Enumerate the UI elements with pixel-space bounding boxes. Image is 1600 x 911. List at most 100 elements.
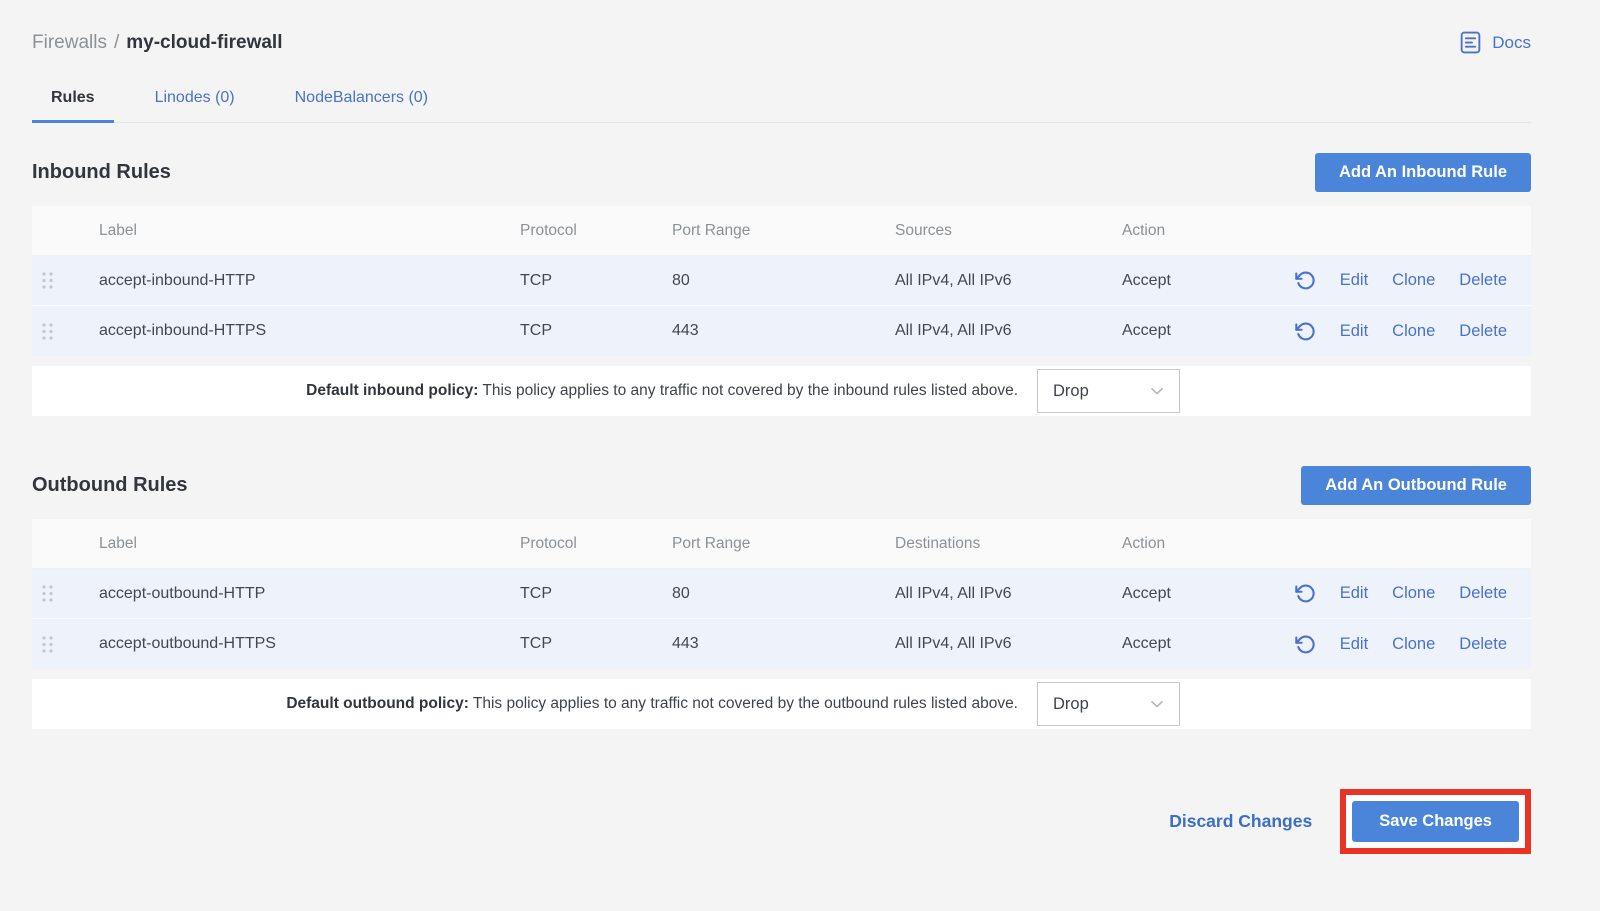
undo-icon xyxy=(1295,634,1316,655)
default-outbound-policy-description: This policy applies to any traffic not c… xyxy=(473,695,1018,712)
add-inbound-rule-button[interactable]: Add An Inbound Rule xyxy=(1315,153,1531,192)
inbound-table-header: Label Protocol Port Range Sources Action xyxy=(32,206,1531,256)
tab-nodebalancers[interactable]: NodeBalancers (0) xyxy=(276,81,447,122)
rule-label: accept-outbound-HTTP xyxy=(99,585,520,603)
column-header-label: Label xyxy=(99,535,520,553)
clone-button[interactable]: Clone xyxy=(1392,635,1435,654)
discard-changes-button[interactable]: Discard Changes xyxy=(1169,811,1312,832)
table-row: accept-inbound-HTTP TCP 80 All IPv4, All… xyxy=(32,256,1531,306)
firewall-detail-page: Firewalls / my-cloud-firewall Docs Rules… xyxy=(0,0,1600,898)
drag-handle-icon xyxy=(41,584,54,603)
edit-button[interactable]: Edit xyxy=(1340,584,1368,603)
selected-policy-value: Drop xyxy=(1053,382,1089,401)
column-header-port-range: Port Range xyxy=(672,222,895,240)
delete-button[interactable]: Delete xyxy=(1459,322,1507,341)
drag-handle-icon xyxy=(41,635,54,654)
default-outbound-policy-select[interactable]: Drop xyxy=(1037,682,1180,726)
breadcrumb: Firewalls / my-cloud-firewall xyxy=(32,32,282,54)
chevron-down-icon xyxy=(1147,694,1167,714)
clone-button[interactable]: Clone xyxy=(1392,271,1435,290)
column-header-action: Action xyxy=(1122,535,1262,553)
undo-button[interactable] xyxy=(1295,321,1316,342)
docs-label: Docs xyxy=(1492,33,1531,53)
default-inbound-policy-label: Default inbound policy: xyxy=(306,382,478,399)
default-outbound-policy-label: Default outbound policy: xyxy=(286,695,469,712)
selected-policy-value: Drop xyxy=(1053,695,1089,714)
rule-destinations: All IPv4, All IPv6 xyxy=(895,635,1122,653)
undo-icon xyxy=(1295,270,1316,291)
tab-rules[interactable]: Rules xyxy=(32,81,114,122)
rule-destinations: All IPv4, All IPv6 xyxy=(895,585,1122,603)
rule-port-range: 443 xyxy=(672,322,895,340)
rule-protocol: TCP xyxy=(520,272,672,290)
default-inbound-policy-row: Default inbound policy:This policy appli… xyxy=(32,366,1531,416)
inbound-rules-title: Inbound Rules xyxy=(32,161,171,184)
rule-action: Accept xyxy=(1122,322,1262,340)
drag-handle-icon xyxy=(41,271,54,290)
rule-label: accept-inbound-HTTPS xyxy=(99,322,520,340)
table-row: accept-inbound-HTTPS TCP 443 All IPv4, A… xyxy=(32,306,1531,356)
outbound-rules-table: Label Protocol Port Range Destinations A… xyxy=(32,519,1531,669)
default-inbound-policy-text: Default inbound policy:This policy appli… xyxy=(306,382,1018,400)
table-row: accept-outbound-HTTPS TCP 443 All IPv4, … xyxy=(32,619,1531,669)
drag-handle[interactable] xyxy=(41,635,54,654)
column-header-port-range: Port Range xyxy=(672,535,895,553)
clone-button[interactable]: Clone xyxy=(1392,322,1435,341)
undo-button[interactable] xyxy=(1295,634,1316,655)
annotation-highlight-box: Save Changes xyxy=(1340,789,1531,854)
rule-sources: All IPv4, All IPv6 xyxy=(895,322,1122,340)
docs-icon xyxy=(1458,30,1483,55)
add-outbound-rule-button[interactable]: Add An Outbound Rule xyxy=(1301,466,1531,505)
clone-button[interactable]: Clone xyxy=(1392,584,1435,603)
rule-label: accept-outbound-HTTPS xyxy=(99,635,520,653)
table-row: accept-outbound-HTTP TCP 80 All IPv4, Al… xyxy=(32,569,1531,619)
tab-linodes[interactable]: Linodes (0) xyxy=(136,81,254,122)
rule-sources: All IPv4, All IPv6 xyxy=(895,272,1122,290)
drag-handle-icon xyxy=(41,322,54,341)
docs-link[interactable]: Docs xyxy=(1458,30,1531,55)
undo-icon xyxy=(1295,583,1316,604)
default-inbound-policy-select[interactable]: Drop xyxy=(1037,369,1180,413)
default-inbound-policy-description: This policy applies to any traffic not c… xyxy=(482,382,1018,399)
undo-icon xyxy=(1295,321,1316,342)
outbound-table-header: Label Protocol Port Range Destinations A… xyxy=(32,519,1531,569)
inbound-rules-table: Label Protocol Port Range Sources Action… xyxy=(32,206,1531,356)
rule-label: accept-inbound-HTTP xyxy=(99,272,520,290)
rule-protocol: TCP xyxy=(520,322,672,340)
undo-button[interactable] xyxy=(1295,270,1316,291)
breadcrumb-separator: / xyxy=(114,32,119,54)
undo-button[interactable] xyxy=(1295,583,1316,604)
inbound-section-header: Inbound Rules Add An Inbound Rule xyxy=(32,153,1531,192)
drag-handle[interactable] xyxy=(41,322,54,341)
rule-port-range: 443 xyxy=(672,635,895,653)
edit-button[interactable]: Edit xyxy=(1340,635,1368,654)
drag-handle[interactable] xyxy=(41,584,54,603)
rule-protocol: TCP xyxy=(520,585,672,603)
delete-button[interactable]: Delete xyxy=(1459,635,1507,654)
default-outbound-policy-text: Default outbound policy:This policy appl… xyxy=(286,695,1018,713)
rule-port-range: 80 xyxy=(672,272,895,290)
tab-bar: Rules Linodes (0) NodeBalancers (0) xyxy=(32,81,1531,123)
rule-port-range: 80 xyxy=(672,585,895,603)
edit-button[interactable]: Edit xyxy=(1340,322,1368,341)
column-header-destinations: Destinations xyxy=(895,535,1122,553)
chevron-down-icon xyxy=(1147,381,1167,401)
save-changes-button[interactable]: Save Changes xyxy=(1352,801,1519,842)
column-header-label: Label xyxy=(99,222,520,240)
breadcrumb-firewalls-link[interactable]: Firewalls xyxy=(32,32,107,54)
rule-action: Accept xyxy=(1122,635,1262,653)
column-header-action: Action xyxy=(1122,222,1262,240)
edit-button[interactable]: Edit xyxy=(1340,271,1368,290)
footer-actions: Discard Changes Save Changes xyxy=(32,789,1531,854)
outbound-rules-title: Outbound Rules xyxy=(32,474,188,497)
breadcrumb-current-firewall: my-cloud-firewall xyxy=(126,32,282,54)
delete-button[interactable]: Delete xyxy=(1459,584,1507,603)
default-outbound-policy-row: Default outbound policy:This policy appl… xyxy=(32,679,1531,729)
outbound-section-header: Outbound Rules Add An Outbound Rule xyxy=(32,466,1531,505)
column-header-protocol: Protocol xyxy=(520,222,672,240)
page-header: Firewalls / my-cloud-firewall Docs xyxy=(32,0,1531,55)
rule-action: Accept xyxy=(1122,272,1262,290)
delete-button[interactable]: Delete xyxy=(1459,271,1507,290)
drag-handle[interactable] xyxy=(41,271,54,290)
column-header-protocol: Protocol xyxy=(520,535,672,553)
